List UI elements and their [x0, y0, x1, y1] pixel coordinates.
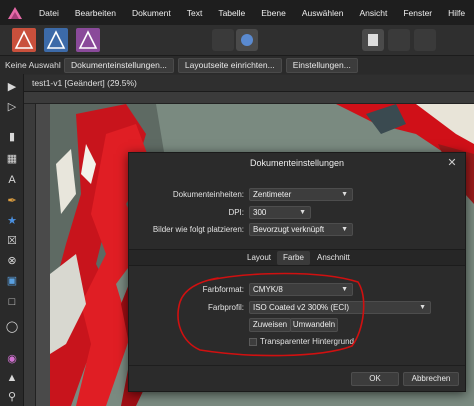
preferences-button[interactable]: Einstellungen...	[285, 57, 358, 73]
menu-hilfe[interactable]: Hilfe	[440, 8, 473, 18]
menu-dokument[interactable]: Dokument	[124, 8, 179, 18]
share-icon[interactable]	[236, 29, 258, 51]
grid-icon[interactable]	[414, 29, 436, 51]
transparency-tool-icon[interactable]: ▲	[4, 370, 20, 386]
place-images-select[interactable]: Bevorzugt verknüpft ▼	[249, 223, 353, 236]
chevron-down-icon: ▼	[419, 304, 426, 311]
move-tool-icon[interactable]: ▶	[4, 78, 20, 94]
publisher-persona-icon[interactable]	[12, 28, 36, 52]
artistic-text-tool-icon[interactable]: A	[4, 172, 20, 188]
menu-datei[interactable]: Datei	[31, 8, 67, 18]
master-page-setup-button[interactable]: Layoutseite einrichten...	[177, 57, 282, 73]
menu-text[interactable]: Text	[179, 8, 211, 18]
document-units-value: Zentimeter	[253, 190, 292, 199]
horizontal-ruler	[24, 92, 474, 104]
tab-layout[interactable]: Layout	[241, 251, 277, 265]
chevron-down-icon: ▼	[341, 226, 348, 233]
frame-text-tool-icon[interactable]: ▮	[4, 128, 20, 144]
menu-ansicht[interactable]: Ansicht	[351, 8, 395, 18]
page-view-icon[interactable]	[362, 29, 384, 51]
shape-tool-icon[interactable]: ★	[4, 212, 20, 228]
fill-tool-icon[interactable]: ◉	[4, 350, 20, 366]
designer-persona-icon[interactable]	[76, 28, 100, 52]
context-toolbar: Keine Auswahl Dokumenteinstellungen... L…	[0, 56, 474, 74]
dpi-value: 300	[253, 208, 267, 217]
place-image-tool-icon[interactable]: ▣	[4, 272, 20, 288]
chevron-down-icon: ▼	[341, 191, 348, 198]
table-tool-icon[interactable]: ▦	[4, 150, 20, 166]
menu-auswaehlen[interactable]: Auswählen	[294, 8, 352, 18]
selection-status: Keine Auswahl	[5, 60, 61, 70]
node-tool-icon[interactable]: ▷	[4, 98, 20, 114]
zoom-tool-icon[interactable]: ⚲	[4, 388, 20, 404]
place-images-label: Bilder wie folgt platzieren:	[152, 225, 244, 234]
document-setup-button[interactable]: Dokumenteinstellungen...	[64, 57, 174, 73]
tab-anschnitt[interactable]: Anschnitt	[311, 251, 356, 265]
menu-bar: Datei Bearbeiten Dokument Text Tabelle E…	[0, 0, 474, 25]
toolbar	[0, 25, 474, 56]
cancel-button[interactable]: Abbrechen	[403, 372, 459, 386]
tab-farbe[interactable]: Farbe	[277, 251, 310, 265]
tools-panel: ▶ ▷ ▮ ▦ A ✒ ★ ☒ ⊗ ▣ □ ◯ ◉ ▲ ⚲	[0, 74, 24, 406]
dialog-tab-bar: Layout Farbe Anschnitt	[129, 249, 465, 266]
picture-frame-tool-icon[interactable]: ☒	[4, 232, 20, 248]
vertical-ruler	[24, 104, 36, 406]
close-icon[interactable]: ✕	[445, 156, 459, 170]
document-tab-title: test1-v1 [Geändert] (29.5%)	[32, 78, 137, 88]
ellipse-frame-tool-icon[interactable]: ⊗	[4, 252, 20, 268]
vector-crop-tool-icon[interactable]: □	[4, 294, 20, 310]
menu-tabelle[interactable]: Tabelle	[210, 8, 253, 18]
dialog-footer: OK Abbrechen	[129, 365, 465, 391]
place-images-value: Bevorzugt verknüpft	[253, 225, 325, 234]
photo-persona-icon[interactable]	[44, 28, 68, 52]
menu-fenster[interactable]: Fenster	[395, 8, 440, 18]
ok-button[interactable]: OK	[351, 372, 399, 386]
crop-tool-icon[interactable]: ◯	[4, 318, 20, 334]
pen-tool-icon[interactable]: ✒	[4, 192, 20, 208]
menu-bearbeiten[interactable]: Bearbeiten	[67, 8, 124, 18]
chevron-down-icon: ▼	[299, 209, 306, 216]
annotation-circle	[177, 272, 365, 357]
menu-ebene[interactable]: Ebene	[253, 8, 294, 18]
studio-link-icon[interactable]	[212, 29, 234, 51]
dpi-input[interactable]: 300 ▼	[249, 206, 311, 219]
document-units-select[interactable]: Zentimeter ▼	[249, 188, 353, 201]
dpi-label: DPI:	[228, 208, 244, 217]
preview-icon[interactable]	[388, 29, 410, 51]
document-units-label: Dokumenteinheiten:	[172, 190, 244, 199]
document-tab[interactable]: test1-v1 [Geändert] (29.5%)	[24, 75, 474, 92]
dialog-title: Dokumenteinstellungen	[249, 158, 345, 168]
app-logo-icon	[7, 6, 23, 20]
